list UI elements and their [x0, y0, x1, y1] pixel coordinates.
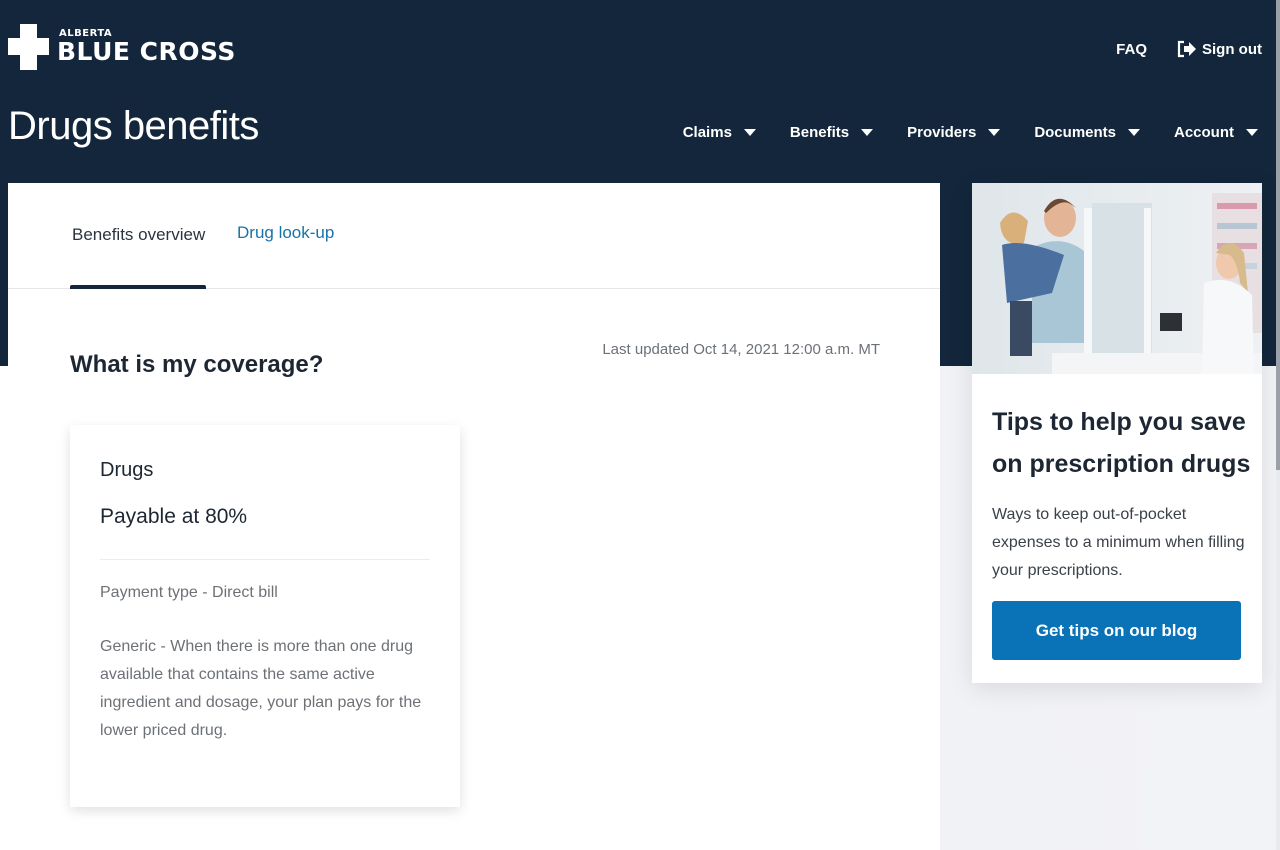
sign-out-link[interactable]: Sign out — [1177, 40, 1262, 58]
nav-providers[interactable]: Providers — [907, 124, 1001, 141]
coverage-heading: What is my coverage? — [70, 351, 324, 378]
scrollbar-thumb[interactable] — [1276, 0, 1280, 470]
active-tab-indicator — [70, 285, 206, 289]
card-title: Drugs — [100, 459, 154, 481]
sign-out-icon — [1177, 40, 1197, 58]
nav-account[interactable]: Account — [1174, 124, 1258, 141]
generic-description: Generic - When there is more than one dr… — [100, 638, 422, 739]
caret-down-icon — [1246, 129, 1258, 136]
caret-down-icon — [988, 129, 1001, 136]
promo-text: Ways to keep out-of-pocket expenses to a… — [992, 506, 1245, 579]
scrollbar[interactable] — [1276, 0, 1280, 850]
nav-label: Claims — [682, 124, 732, 141]
nav-label: Documents — [1034, 124, 1116, 141]
pharmacy-photo — [972, 183, 1262, 374]
nav-claims[interactable]: Claims — [683, 124, 756, 141]
utility-links: FAQ Sign out — [1116, 40, 1262, 58]
last-updated: Last updated Oct 14, 2021 12:00 a.m. MT — [602, 341, 880, 358]
promo-card: Tips to help you save on prescription dr… — [972, 183, 1262, 683]
nav-documents[interactable]: Documents — [1034, 124, 1140, 141]
drug-coverage-card: Drugs Payable at 80% Payment type - Dire… — [70, 425, 460, 807]
tab-benefits-overview[interactable]: Benefits overview — [72, 225, 205, 245]
tab-drug-lookup[interactable]: Drug look-up — [237, 223, 334, 243]
caret-down-icon — [861, 129, 874, 136]
nav-label: Benefits — [789, 124, 850, 141]
card-divider — [100, 559, 430, 560]
faq-link[interactable]: FAQ — [1116, 41, 1147, 58]
tab-bar: Benefits overview Drug look-up — [8, 183, 940, 289]
nav-benefits[interactable]: Benefits — [789, 124, 874, 141]
sign-out-label: Sign out — [1202, 40, 1262, 58]
caret-down-icon — [743, 129, 756, 136]
main-panel: Benefits overview Drug look-up What is m… — [8, 183, 940, 850]
cross-icon — [8, 24, 49, 70]
get-tips-button[interactable]: Get tips on our blog — [992, 601, 1241, 660]
caret-down-icon — [1128, 129, 1140, 136]
nav-label: Account — [1174, 124, 1234, 141]
payment-type: Payment type - Direct bill — [100, 584, 278, 601]
nav-label: Providers — [907, 124, 977, 141]
main-nav: Claims Benefits Providers Documents Acco… — [683, 124, 1258, 141]
page-title: Drugs benefits — [8, 104, 259, 148]
logo[interactable]: ALBERTA BLUE CROSS — [8, 24, 236, 70]
faq-label: FAQ — [1116, 40, 1147, 58]
promo-title: Tips to help you save on prescription dr… — [992, 408, 1251, 478]
logo-big-text: BLUE CROSS — [57, 37, 236, 66]
payable-rate: Payable at 80% — [100, 505, 248, 528]
